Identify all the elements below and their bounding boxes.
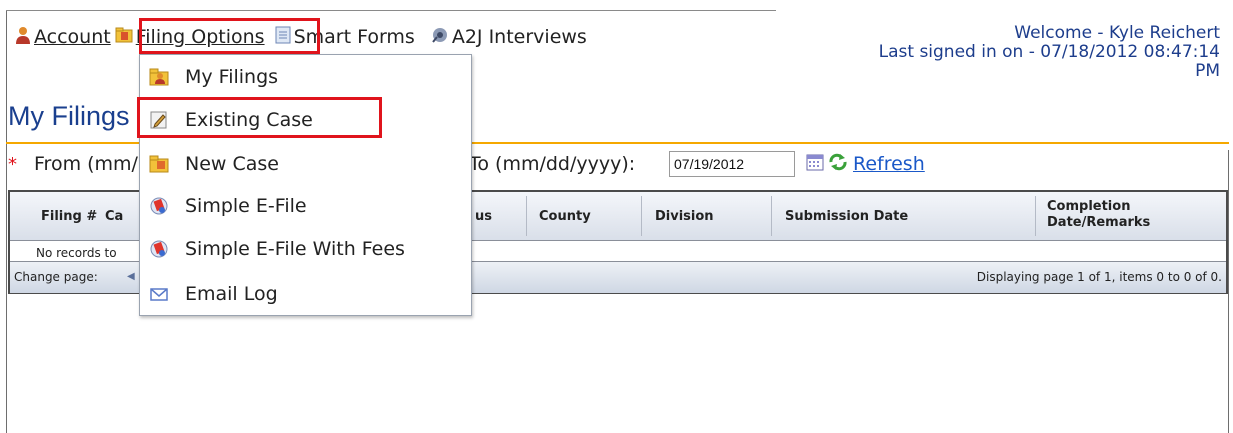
calendar-icon[interactable] bbox=[806, 153, 824, 175]
col-separator bbox=[1035, 196, 1036, 236]
existing-case-highlight bbox=[137, 97, 382, 138]
efile-icon bbox=[149, 196, 169, 221]
efile-fees-icon bbox=[149, 239, 169, 264]
page-title: My Filings bbox=[8, 101, 130, 131]
my-filings-icon bbox=[149, 67, 169, 92]
nav-account-label: Account bbox=[34, 26, 111, 48]
col-division[interactable]: Division bbox=[655, 209, 714, 224]
change-page-label: Change page: bbox=[14, 270, 98, 284]
col-county[interactable]: County bbox=[539, 209, 591, 224]
col-completion-date[interactable]: Completion Date/Remarks bbox=[1047, 199, 1167, 231]
email-icon bbox=[149, 284, 169, 309]
to-date-input[interactable] bbox=[669, 151, 795, 177]
col-submission-date[interactable]: Submission Date bbox=[785, 209, 908, 224]
required-marker: * bbox=[8, 153, 17, 175]
user-icon bbox=[15, 26, 31, 49]
left-border bbox=[6, 10, 7, 433]
menu-item-simple-efile-fees[interactable]: Simple E-File With Fees bbox=[140, 229, 471, 269]
paging-status: Displaying page 1 of 1, items 0 to 0 of … bbox=[976, 270, 1222, 284]
col-status[interactable]: us bbox=[475, 209, 492, 224]
col-separator bbox=[526, 196, 527, 236]
menu-item-label: Email Log bbox=[185, 283, 278, 305]
filing-options-menu: My Filings Existing Case New Case Simple… bbox=[139, 54, 472, 316]
col-case[interactable]: Ca bbox=[105, 209, 123, 224]
menu-item-simple-efile[interactable]: Simple E-File bbox=[140, 186, 471, 226]
date-filter-row: * bbox=[8, 150, 26, 178]
speaker-icon bbox=[431, 26, 449, 49]
right-border bbox=[1228, 150, 1229, 433]
refresh-icon[interactable] bbox=[828, 153, 848, 175]
refresh-link[interactable]: Refresh bbox=[853, 150, 925, 178]
menu-item-my-filings[interactable]: My Filings bbox=[140, 57, 471, 97]
nav-a2j-interviews-label: A2J Interviews bbox=[451, 26, 587, 48]
menu-item-label: My Filings bbox=[185, 66, 279, 88]
menu-item-new-case[interactable]: New Case bbox=[140, 144, 471, 184]
col-separator bbox=[641, 196, 642, 236]
menu-item-label: New Case bbox=[185, 153, 279, 175]
welcome-user: Welcome - Kyle Reichert bbox=[1014, 23, 1220, 43]
menu-item-email-log[interactable]: Email Log bbox=[140, 274, 471, 314]
welcome-info: Welcome - Kyle Reichert Last signed in o… bbox=[800, 24, 1220, 81]
filing-options-highlight bbox=[139, 18, 320, 54]
folder-icon bbox=[149, 154, 169, 179]
prev-page-icon[interactable]: ◀ bbox=[127, 271, 135, 282]
filing-folder-icon bbox=[115, 26, 133, 49]
nav-a2j-interviews[interactable]: A2J Interviews bbox=[431, 26, 587, 49]
top-divider bbox=[6, 10, 776, 11]
menu-item-label: Simple E-File With Fees bbox=[185, 238, 405, 260]
nav-account[interactable]: Account bbox=[15, 26, 111, 49]
to-date-label: To (mm/dd/yyyy): bbox=[469, 153, 636, 175]
col-filing-number[interactable]: Filing # bbox=[41, 209, 97, 224]
menu-item-label: Simple E-File bbox=[185, 195, 307, 217]
last-signed-in-meridiem: PM bbox=[1195, 61, 1220, 81]
no-records-message: No records to bbox=[36, 246, 117, 260]
col-separator bbox=[771, 196, 772, 236]
last-signed-in: Last signed in on - 07/18/2012 08:47:14 bbox=[878, 42, 1220, 62]
